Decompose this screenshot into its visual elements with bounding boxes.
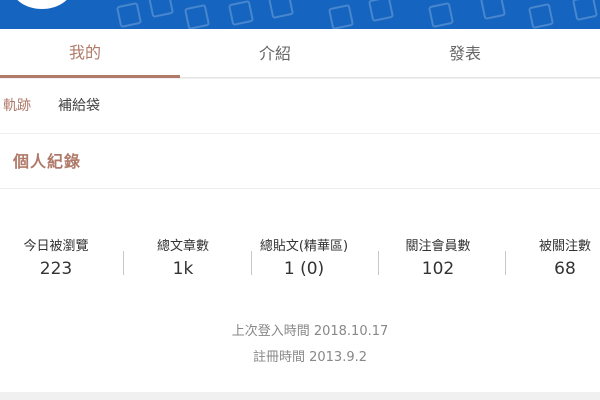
- stat-label: 總文章數: [156, 239, 209, 254]
- stat-value: 1 (0): [283, 259, 325, 279]
- pencil-icon: [267, 0, 295, 20]
- stat-following-count: 關注會員數 102: [379, 238, 497, 280]
- profile-tabs: 我的 介紹 發表: [0, 29, 600, 78]
- tab-mine[interactable]: 我的: [0, 29, 180, 78]
- stat-label: 被關注數: [538, 239, 591, 254]
- stat-total-posts: 總貼文(精華區) 1 (0): [245, 238, 363, 280]
- thumbs-up-icon: [183, 3, 211, 29]
- stat-value: 68: [554, 259, 576, 279]
- registration-time: 註冊時間 2013.9.2: [252, 350, 368, 365]
- tab-posts[interactable]: 發表: [370, 29, 560, 78]
- stat-follower-count: 被關注數 68: [506, 238, 600, 280]
- stat-value: 1k: [172, 259, 194, 279]
- chat-icon: [367, 0, 395, 23]
- divider: [0, 188, 600, 189]
- tab-introduction[interactable]: 介紹: [180, 29, 370, 78]
- calendar-icon: [427, 1, 455, 29]
- stat-total-articles: 總文章數 1k: [124, 238, 242, 280]
- thumbs-up-icon: [327, 3, 355, 29]
- note-icon: [479, 0, 507, 21]
- subtab-supply-bag[interactable]: 補給袋: [58, 79, 100, 133]
- subtabs: 軌跡 補給袋: [0, 79, 600, 133]
- profile-banner: [0, 0, 600, 29]
- note-icon: [227, 0, 255, 27]
- personal-record-card: 個人紀錄 今日被瀏覽 223 總文章數 1k 總貼文(精華區) 1 (0) 關注…: [0, 134, 600, 392]
- stat-label: 總貼文(精華區): [259, 239, 349, 254]
- stat-label: 今日被瀏覽: [23, 239, 89, 254]
- avatar[interactable]: [8, 0, 76, 12]
- chart-icon: [527, 2, 555, 29]
- stat-label: 關注會員數: [405, 239, 471, 254]
- chat-icon: [115, 1, 143, 29]
- stat-value: 223: [39, 259, 73, 279]
- section-title: 個人紀錄: [13, 152, 82, 171]
- pencil-icon: [571, 0, 599, 22]
- stat-value: 102: [421, 259, 455, 279]
- last-login-time: 上次登入時間 2018.10.17: [231, 324, 389, 339]
- subtab-track[interactable]: 軌跡: [3, 79, 31, 133]
- pencil-icon: [147, 0, 175, 19]
- stat-today-views: 今日被瀏覽 223: [0, 238, 115, 280]
